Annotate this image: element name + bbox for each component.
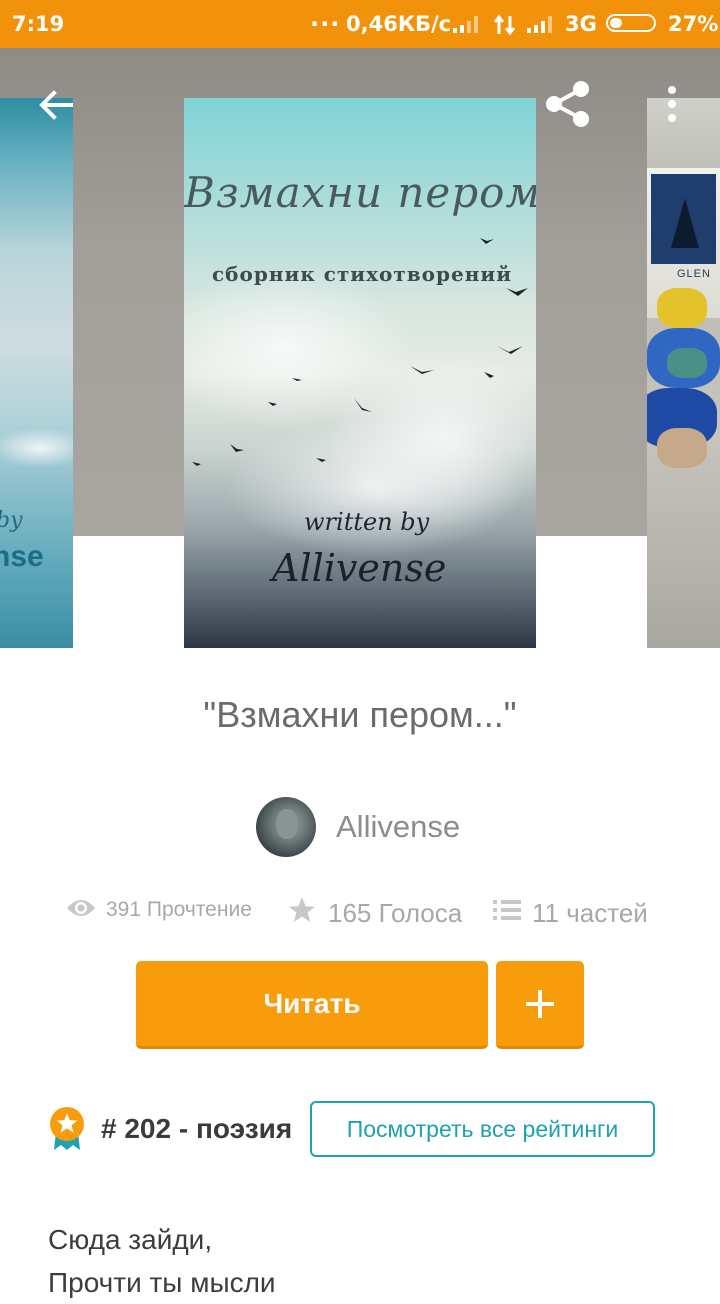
- battery-icon: [606, 14, 656, 32]
- cover-right-label: GLEN: [677, 268, 711, 280]
- author-avatar[interactable]: [256, 797, 316, 857]
- votes-count: 165 Голоса: [328, 898, 463, 928]
- cover-carousel-next[interactable]: GLEN: [647, 98, 720, 648]
- story-description: Сюда зайди, Прочти ты мысли: [48, 1218, 276, 1304]
- cover-left-author: nse: [0, 540, 44, 573]
- signal-icon: [453, 16, 478, 33]
- eye-icon: [67, 900, 95, 916]
- ranking-badge-icon: [50, 1107, 84, 1150]
- ranking-text: # 202 - поэзия: [101, 1113, 293, 1144]
- signal-icon-2: [527, 16, 552, 33]
- description-line: Прочти ты мысли: [48, 1267, 276, 1298]
- share-icon[interactable]: [542, 78, 594, 130]
- add-to-library-button[interactable]: [496, 961, 584, 1049]
- plus-icon: [526, 990, 554, 1018]
- cover-written-by: written by: [304, 508, 430, 536]
- list-icon: [493, 900, 521, 920]
- network-speed: 0,46КБ/с: [346, 12, 452, 36]
- cover-carousel-prev[interactable]: by nse: [0, 98, 73, 648]
- star-icon: [289, 897, 315, 922]
- more-vert-icon[interactable]: [662, 84, 682, 124]
- description-line: Сюда зайди,: [48, 1224, 213, 1255]
- cover-author: Allivense: [272, 546, 447, 590]
- reads-count: 391 Прочтение: [106, 898, 252, 921]
- book-cover[interactable]: Взмахни пером... сборник стихотворений w…: [184, 98, 536, 648]
- data-transfer-icon: [493, 14, 516, 36]
- network-type: 3G: [565, 12, 597, 36]
- notification-dots: ...: [310, 4, 341, 32]
- clock: 7:19: [12, 12, 65, 36]
- back-arrow-icon[interactable]: [37, 86, 75, 124]
- parts-count: 11 частей: [532, 898, 648, 928]
- cover-left-text: by: [0, 508, 23, 533]
- battery-percent: 27%: [668, 12, 719, 36]
- status-bar: 7:19 ... 0,46КБ/с 3G 27%: [0, 0, 720, 48]
- read-button[interactable]: Читать: [136, 961, 488, 1049]
- story-title: "Взмахни пером...": [203, 694, 517, 735]
- author-name[interactable]: Allivense: [336, 809, 460, 845]
- view-all-rankings-button[interactable]: Посмотреть все рейтинги: [310, 1101, 655, 1157]
